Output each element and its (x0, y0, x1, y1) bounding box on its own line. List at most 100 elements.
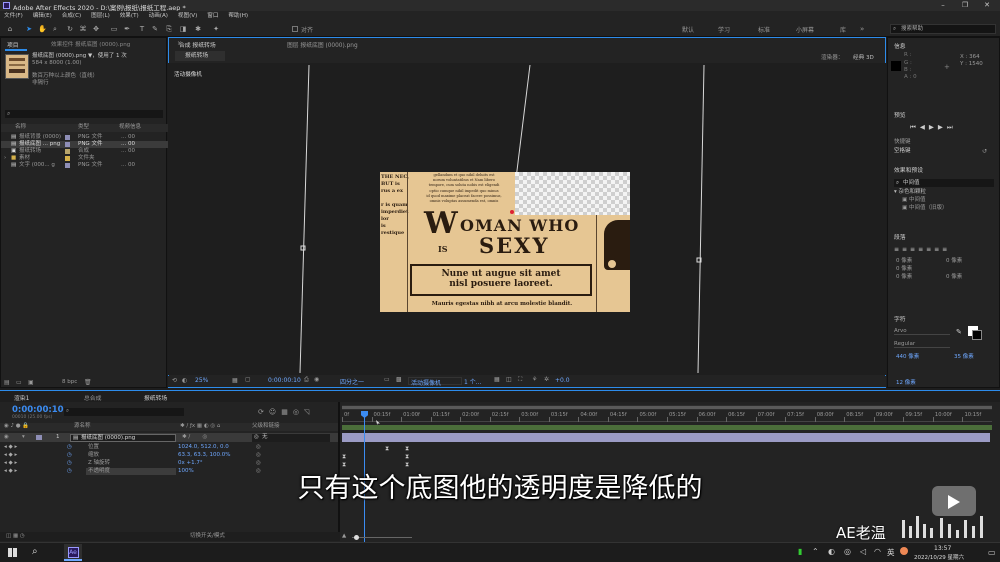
play-icon[interactable]: ▶ (929, 123, 938, 131)
draft-3d-icon[interactable]: ⛶ (518, 376, 522, 384)
shy-icon[interactable]: ☺ (269, 408, 281, 416)
list-item[interactable]: › ■ 素材 文件夹 (1, 155, 168, 162)
effects-search-input[interactable]: ⌕ 中间值 (894, 179, 994, 187)
close-icon[interactable]: ✕ (976, 1, 998, 10)
clock-time[interactable]: 13:57 (934, 545, 951, 552)
toggle-switches-modes[interactable]: 切换开关/模式 (190, 533, 225, 540)
tray-expand-icon[interactable]: ⌃ (812, 547, 819, 556)
after-effects-taskbar-button[interactable]: Ae (64, 544, 82, 561)
column-parent[interactable]: 父级和链接 (252, 423, 280, 430)
column-video-info[interactable]: 视频信息 (119, 124, 141, 131)
zoom-tool-icon[interactable]: ⌕ (51, 25, 59, 33)
pickwhip-icon[interactable]: ◎ (254, 434, 259, 441)
snapshot-icon[interactable]: ⎙ (304, 376, 309, 384)
network-icon[interactable]: ◎ (844, 547, 851, 556)
anchor-point-icon[interactable] (510, 210, 514, 214)
list-item[interactable]: ▤ 报纸底图 ... png PNG 文件 ... 00 (1, 141, 168, 148)
roi-icon[interactable]: ▭ (384, 376, 390, 383)
project-tab[interactable]: 项目 (7, 40, 19, 49)
exposure-icon[interactable]: ✲ (544, 376, 549, 383)
mask-icon[interactable]: ▢ (245, 376, 251, 383)
tray-app-icon[interactable]: ◐ (828, 547, 835, 556)
keyframe-nav-icon[interactable]: ◂ ◆ ▸ (4, 452, 17, 459)
space-before[interactable]: 0 像素 (896, 274, 912, 281)
menu-view[interactable]: 视图(V) (178, 13, 197, 19)
maximize-icon[interactable]: ❐ (954, 1, 976, 10)
eraser-tool-icon[interactable]: ◨ (179, 25, 187, 33)
tab-newspaper-transition[interactable]: 报纸转场 (144, 393, 167, 402)
tab-render1[interactable]: 渲染1 (14, 393, 29, 402)
menu-composition[interactable]: 合成(C) (62, 13, 81, 19)
more-workspaces-icon[interactable]: » (860, 25, 864, 33)
work-area-range[interactable] (342, 406, 992, 409)
always-preview-icon[interactable]: ⟲ (172, 377, 177, 384)
ime-icon[interactable] (900, 547, 908, 555)
menu-animation[interactable]: 动画(A) (149, 13, 168, 19)
layer-name[interactable]: ▤ 报纸底图 (0000).png (70, 434, 176, 442)
puppet-tool-icon[interactable]: ✦ (212, 25, 220, 33)
shortcut-dropdown[interactable]: 空格键 (894, 148, 976, 155)
work-area-bar[interactable] (342, 405, 992, 410)
project-search-input[interactable]: ⌕ (5, 110, 163, 118)
menu-edit[interactable]: 编辑(E) (33, 13, 52, 19)
zoom-out-icon[interactable]: ▲ (342, 533, 346, 540)
timeline-search-input[interactable]: ⌕ (64, 408, 184, 416)
pan-behind-icon[interactable]: ✥ (92, 25, 100, 33)
last-frame-icon[interactable]: ⏭ (947, 123, 957, 131)
keyframe-nav-icon[interactable]: ◂ ◆ ▸ (4, 444, 17, 451)
column-type[interactable]: 类型 (78, 124, 89, 131)
info-panel-title[interactable]: 信息 (894, 41, 906, 50)
effects-item[interactable]: ▣ 中间值（旧版） (902, 205, 947, 212)
property-row[interactable]: ◂ ◆ ▸ ◷ 缩放 63.3, 63.3, 100.0% ◎ (0, 452, 340, 460)
effects-item[interactable]: ▣ 中间值 (902, 197, 925, 204)
indent-first[interactable]: 0 像素 (896, 266, 912, 273)
workspace-standard[interactable]: 标准 (758, 25, 770, 34)
expression-icon[interactable]: ◎ (256, 452, 261, 459)
font-size-value[interactable]: 440 像素 (896, 354, 919, 361)
layer-clip-bar[interactable] (342, 433, 990, 442)
zoom-dropdown[interactable]: 25% (195, 377, 208, 384)
reset-icon[interactable]: ↺ (982, 148, 987, 155)
align-checkbox[interactable] (292, 26, 298, 32)
interpret-footage-icon[interactable]: ▤ (4, 379, 10, 386)
selection-tool-icon[interactable]: ➤ (25, 25, 33, 33)
list-item[interactable]: ▤ 报纸背景 (0000) PNG 文件 ... 00 (1, 134, 168, 141)
wifi-icon[interactable]: ◠ (874, 547, 881, 556)
camera-handle[interactable] (300, 245, 306, 251)
footer-icons[interactable]: ◫ ▦ ◷ (6, 533, 25, 540)
visibility-icon[interactable]: ◉ (4, 434, 9, 441)
frame-blend-icon[interactable]: ▦ (281, 408, 293, 416)
column-name[interactable]: 名称 (15, 124, 26, 131)
stopwatch-icon[interactable]: ◷ (67, 452, 72, 459)
region-icon[interactable]: ◐ (182, 377, 187, 384)
font-family-dropdown[interactable]: Arvo (894, 328, 950, 335)
expression-icon[interactable]: ◎ (256, 444, 261, 451)
stopwatch-icon[interactable]: ◷ (67, 444, 72, 451)
channel-icon[interactable]: ◉ (314, 376, 319, 383)
tab-layer[interactable]: 图层 报纸底图 (0000).png (287, 40, 358, 49)
clock-date[interactable]: 2022/10/29 星期六 (914, 553, 964, 561)
close-tab-icon[interactable]: × (177, 40, 182, 47)
label-color[interactable] (36, 435, 42, 440)
minimize-icon[interactable]: – (932, 1, 954, 10)
av-switches-icon[interactable]: ◉ ♪ ● 🔒 (4, 423, 29, 430)
search-help-input[interactable]: ⌕ 搜索帮助 (890, 24, 996, 34)
pen-tool-icon[interactable]: ✒ (123, 25, 131, 33)
bpc-label[interactable]: 8 bpc (62, 379, 77, 385)
preview-panel-title[interactable]: 预览 (894, 110, 906, 119)
keyframe-icon[interactable]: ⧗ (342, 454, 346, 460)
character-panel-title[interactable]: 字符 (894, 314, 906, 323)
type-tool-icon[interactable]: T (138, 25, 146, 33)
motion-blur-icon[interactable]: ◫ (506, 376, 512, 383)
leading-value[interactable]: 35 像素 (954, 354, 974, 361)
next-frame-icon[interactable]: ▶ (938, 123, 947, 131)
windows-start-icon[interactable] (8, 548, 17, 557)
list-item[interactable]: ▣ 报纸转场 合成 ... 00 (1, 148, 168, 155)
view-dropdown[interactable]: 活动摄像机 (408, 377, 462, 387)
motion-blur-icon[interactable]: ◎ (293, 408, 304, 416)
tab-master-comp[interactable]: 总合成 (84, 393, 101, 402)
zoom-thumb[interactable] (354, 535, 359, 540)
resolution-dropdown[interactable]: 四分之一 (340, 377, 364, 386)
notification-icon[interactable]: ▭ (988, 548, 996, 557)
prev-frame-icon[interactable]: ◀ (920, 123, 929, 131)
